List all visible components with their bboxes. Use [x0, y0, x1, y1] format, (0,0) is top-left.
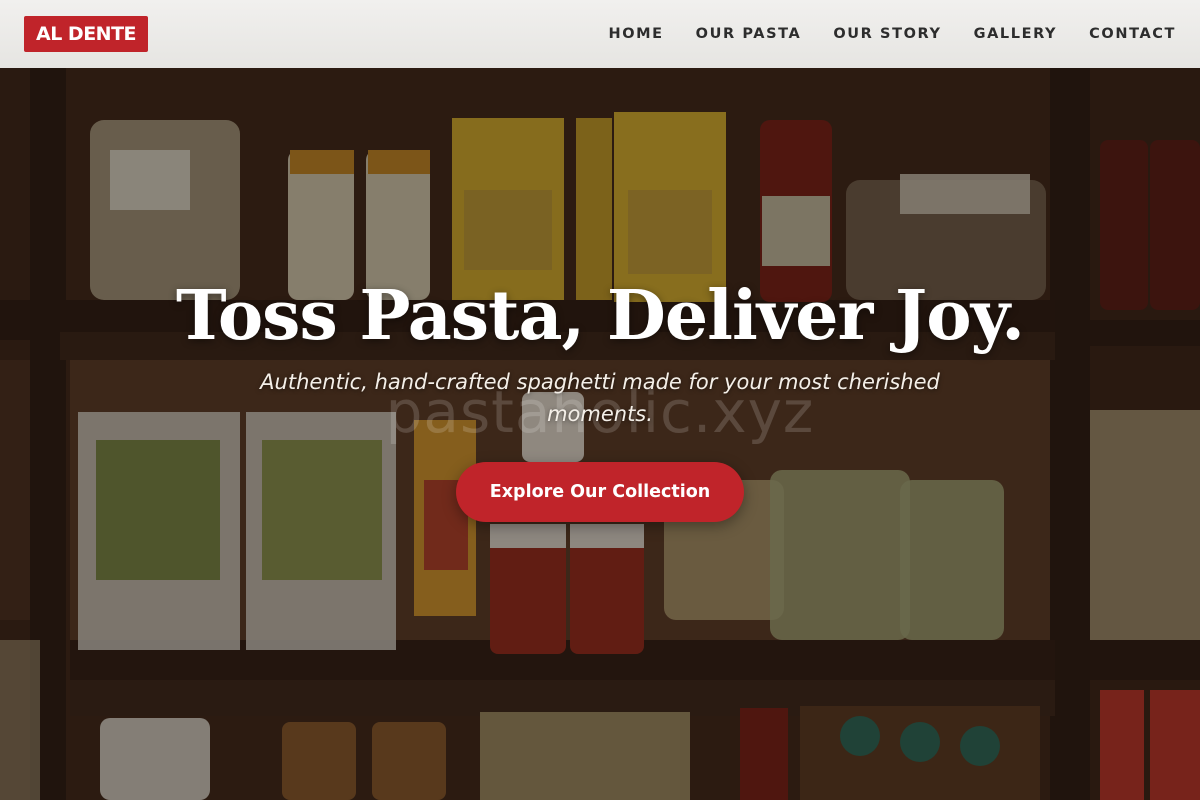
nav-our-story[interactable]: OUR STORY: [833, 26, 941, 42]
nav-contact[interactable]: CONTACT: [1089, 26, 1176, 42]
hero-headline: Toss Pasta, Deliver Joy.: [176, 276, 1025, 356]
nav-our-pasta[interactable]: OUR PASTA: [696, 26, 802, 42]
explore-collection-button[interactable]: Explore Our Collection: [456, 462, 744, 522]
site-header: AL DENTE HOME OUR PASTA OUR STORY GALLER…: [0, 0, 1200, 68]
main-nav: HOME OUR PASTA OUR STORY GALLERY CONTACT: [608, 0, 1176, 68]
brand-logo[interactable]: AL DENTE: [24, 16, 149, 52]
nav-home[interactable]: HOME: [608, 26, 663, 42]
hero-section: pastaholic.xyz Toss Pasta, Deliver Joy. …: [0, 0, 1200, 800]
nav-gallery[interactable]: GALLERY: [974, 26, 1058, 42]
hero-subheadline: Authentic, hand-crafted spaghetti made f…: [260, 370, 940, 426]
